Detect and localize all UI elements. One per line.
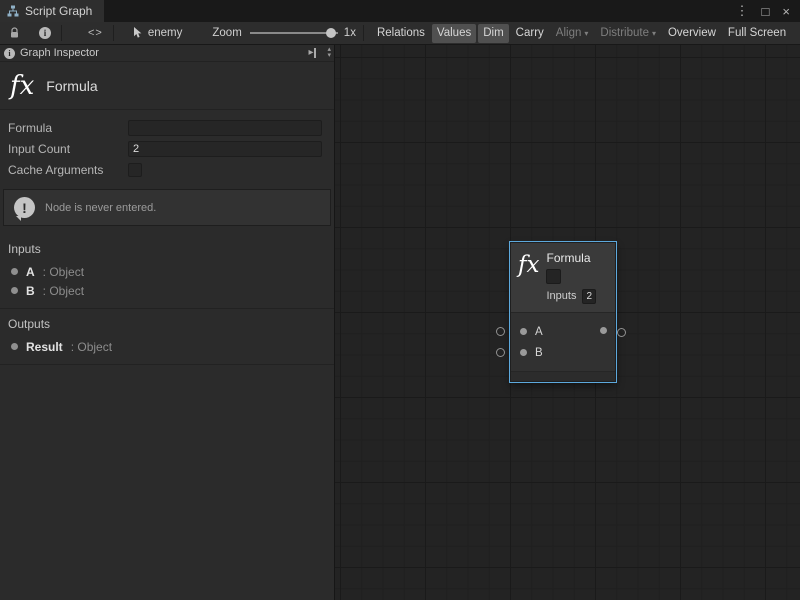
node-footer xyxy=(511,371,615,381)
carry-button[interactable]: Carry xyxy=(511,24,549,43)
overview-button[interactable]: Overview xyxy=(663,24,721,43)
result-port-dot-icon[interactable] xyxy=(600,327,607,334)
zoom-label: Zoom xyxy=(212,27,241,39)
port-b-label: B xyxy=(535,347,543,359)
toolbar-divider xyxy=(363,25,364,41)
cursor-icon xyxy=(133,27,143,39)
port-dot-icon xyxy=(11,268,18,275)
input-count-input[interactable] xyxy=(128,141,322,157)
port-a-label: A xyxy=(535,326,543,338)
output-port-row-result: Result : Object xyxy=(0,337,334,356)
inspector-header: i Graph Inspector ▸ ▴ ▾ xyxy=(0,45,334,62)
node-inputs-row: Inputs 2 xyxy=(546,288,596,304)
info-button[interactable]: i xyxy=(36,24,54,43)
script-graph-icon xyxy=(7,5,19,17)
align-button-label: Align xyxy=(556,27,582,39)
unit-fields: Formula Input Count Cache Arguments xyxy=(0,110,334,185)
formula-field-row: Formula xyxy=(8,118,322,138)
inputs-header: Inputs xyxy=(0,240,334,262)
tab-label: Script Graph xyxy=(25,4,92,18)
input-port-row-a: A : Object xyxy=(0,262,334,281)
port-dot-icon xyxy=(11,287,18,294)
unit-name: Formula xyxy=(46,78,97,94)
cache-arguments-label: Cache Arguments xyxy=(8,163,128,177)
tab-script-graph[interactable]: Script Graph xyxy=(0,0,104,22)
toolbar-divider xyxy=(113,25,114,41)
dim-button[interactable]: Dim xyxy=(478,24,508,43)
chevron-down-icon: ▾ xyxy=(584,29,588,38)
node-formula-input[interactable] xyxy=(546,269,561,284)
input-port-row-b: B : Object xyxy=(0,281,334,300)
distribute-button[interactable]: Distribute ▾ xyxy=(595,24,661,43)
toolbar-divider xyxy=(61,25,62,41)
lock-button[interactable] xyxy=(6,24,23,43)
lock-icon xyxy=(9,27,20,39)
graph-toolbar: i <> enemy Zoom 1x Relations Values Dim … xyxy=(0,22,800,45)
graph-canvas[interactable]: fx Formula Inputs 2 A B xyxy=(335,45,800,600)
zoom-slider-track[interactable] xyxy=(250,32,338,34)
distribute-button-label: Distribute xyxy=(600,27,649,39)
warning-text: Node is never entered. xyxy=(45,202,156,214)
node-title: Formula xyxy=(546,251,596,265)
input-socket-a[interactable] xyxy=(496,327,505,336)
formula-field-label: Formula xyxy=(8,121,128,135)
output-socket-result[interactable] xyxy=(617,328,626,337)
node-input-count-field[interactable]: 2 xyxy=(582,289,596,304)
fx-icon: fx xyxy=(518,254,539,304)
menu-icon[interactable]: ⋮ xyxy=(736,3,749,19)
input-count-label: Input Count xyxy=(8,142,128,156)
zoom-value: 1x xyxy=(344,27,356,39)
chevron-down-icon: ▾ xyxy=(652,29,656,38)
values-button[interactable]: Values xyxy=(432,24,476,43)
info-icon: i xyxy=(4,48,15,59)
input-socket-b[interactable] xyxy=(496,348,505,357)
close-icon[interactable]: × xyxy=(782,4,790,19)
formula-node[interactable]: fx Formula Inputs 2 A B xyxy=(510,242,616,382)
outputs-section: Outputs Result : Object xyxy=(0,309,334,365)
warning-icon: ! xyxy=(14,197,35,218)
unit-title-block: fx Formula xyxy=(0,62,334,110)
port-name: Result xyxy=(26,340,63,354)
formula-input[interactable] xyxy=(128,120,322,136)
fx-icon: fx xyxy=(10,73,34,99)
port-name: B xyxy=(26,284,35,298)
maximize-icon[interactable]: □ xyxy=(762,4,770,19)
port-a-dot-icon[interactable] xyxy=(520,328,527,335)
code-view-button[interactable]: <> xyxy=(85,24,106,43)
panel-maximize-icon[interactable]: ▸ xyxy=(308,48,316,58)
formula-node-header[interactable]: fx Formula Inputs 2 xyxy=(511,243,615,312)
graph-inspector-panel: i Graph Inspector ▸ ▴ ▾ fx Formula Formu… xyxy=(0,45,335,600)
full-screen-button[interactable]: Full Screen xyxy=(723,24,791,43)
input-count-field-row: Input Count xyxy=(8,139,322,159)
window-controls: ⋮ □ × xyxy=(736,0,800,22)
port-b-dot-icon[interactable] xyxy=(520,349,527,356)
cache-arguments-checkbox[interactable] xyxy=(128,163,142,177)
port-type: : Object xyxy=(43,265,84,279)
zoom-slider-knob[interactable] xyxy=(326,28,336,38)
target-object-selector[interactable]: enemy xyxy=(133,27,183,39)
inspector-scrollbar[interactable]: ▴ ▾ xyxy=(327,47,331,59)
warning-box: ! Node is never entered. xyxy=(3,189,331,226)
align-button[interactable]: Align ▾ xyxy=(551,24,594,43)
cache-arguments-field-row: Cache Arguments xyxy=(8,160,322,180)
port-name: A xyxy=(26,265,35,279)
port-type: : Object xyxy=(43,284,84,298)
inputs-section: Inputs A : Object B : Object xyxy=(0,234,334,309)
node-ports: A B xyxy=(511,312,615,371)
port-type: : Object xyxy=(71,340,112,354)
target-object-label: enemy xyxy=(148,27,183,39)
node-port-b[interactable]: B xyxy=(520,342,615,363)
port-dot-icon xyxy=(11,343,18,350)
outputs-header: Outputs xyxy=(0,315,334,337)
node-inputs-label: Inputs xyxy=(546,290,576,302)
info-icon: i xyxy=(39,27,51,39)
window-tab-bar: Script Graph ⋮ □ × xyxy=(0,0,800,22)
inspector-title: Graph Inspector xyxy=(20,47,99,59)
zoom-slider[interactable] xyxy=(250,27,338,39)
relations-button[interactable]: Relations xyxy=(372,24,430,43)
scroll-down-icon[interactable]: ▾ xyxy=(327,53,331,59)
